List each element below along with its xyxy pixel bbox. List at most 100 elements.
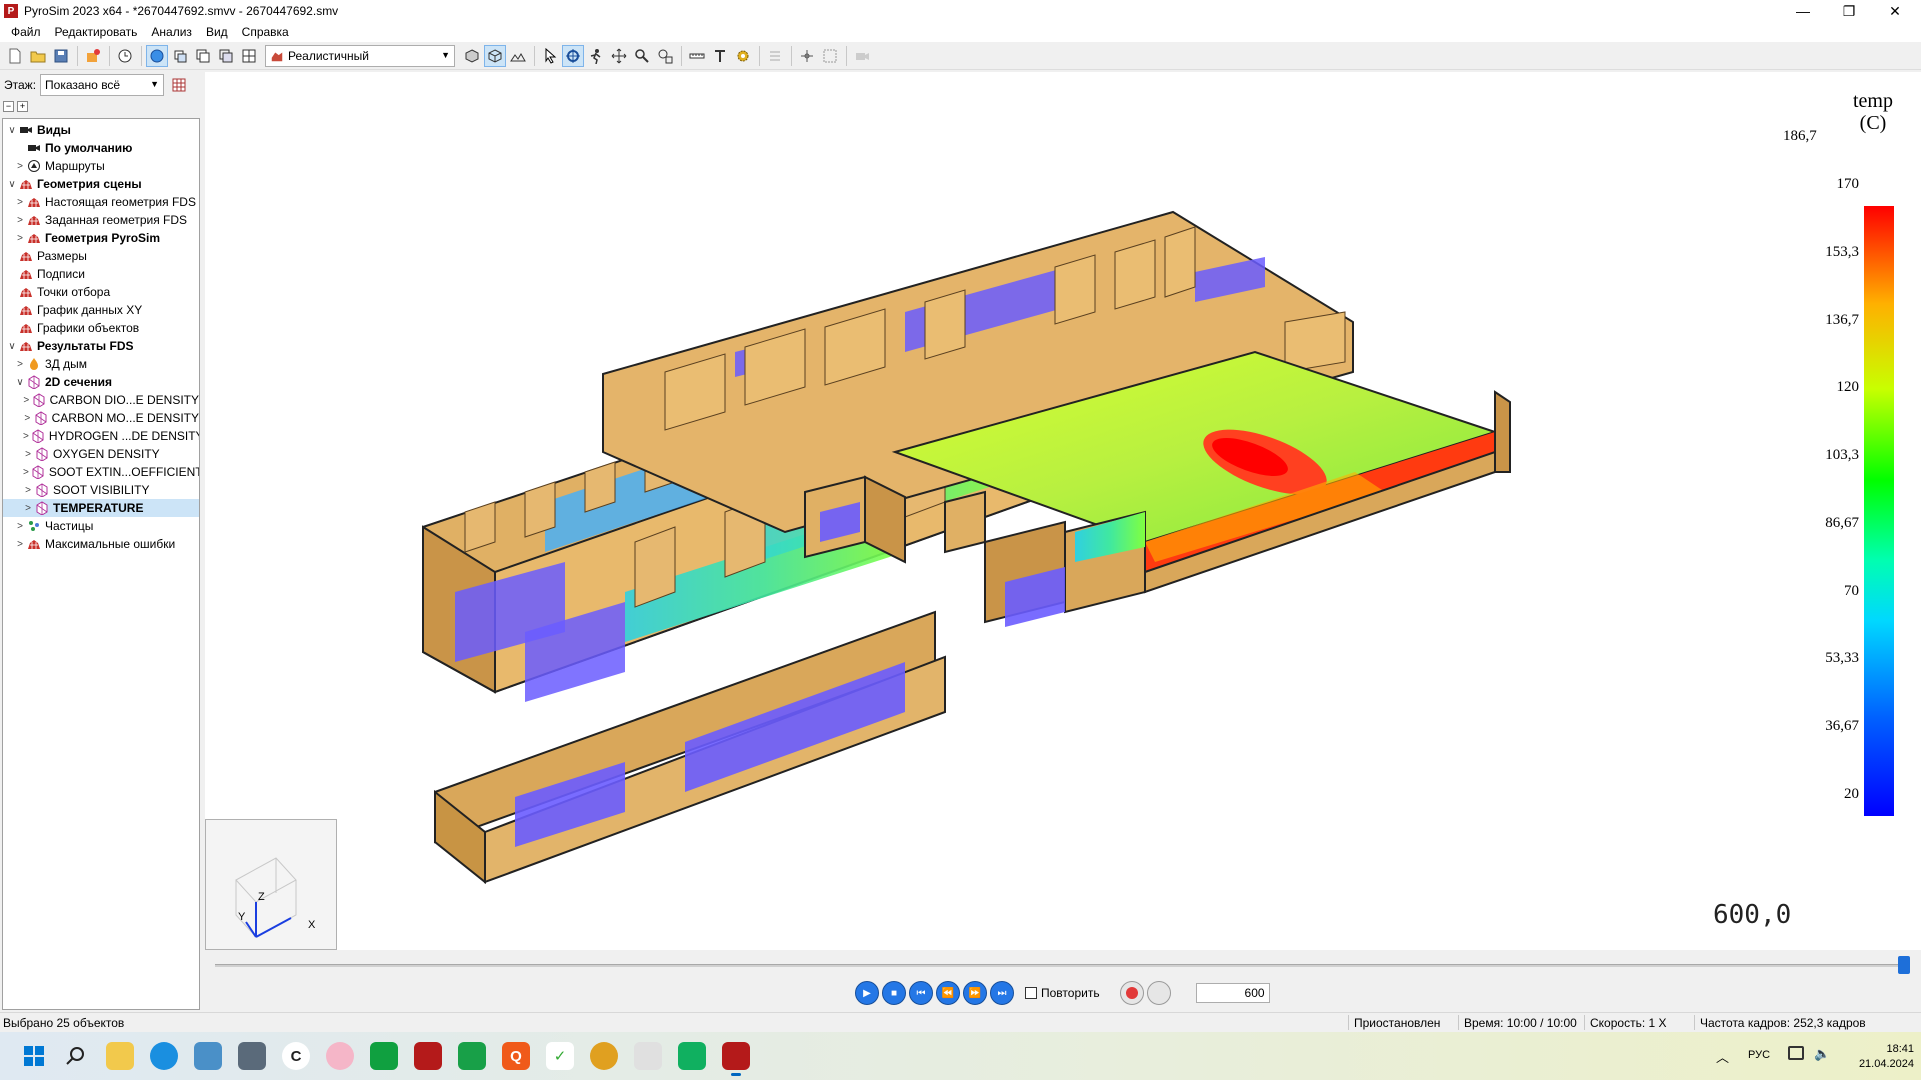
building-3d-scene[interactable] <box>205 72 1921 950</box>
tree-node[interactable]: > SOOT EXTIN...OEFFICIENT <box>3 463 199 481</box>
repeat-checkbox[interactable]: Повторить <box>1025 986 1100 1000</box>
view-mode-button-3[interactable] <box>192 45 214 67</box>
taskbar-pyrosim-active[interactable] <box>722 1042 750 1076</box>
start-button[interactable] <box>20 1042 48 1070</box>
expand-all-button[interactable]: + <box>17 100 28 112</box>
floor-settings-button[interactable] <box>168 74 190 96</box>
open-file-button[interactable] <box>27 45 49 67</box>
chevron-right-icon[interactable]: > <box>15 215 25 226</box>
tree-node[interactable]: > Заданная геометрия FDS <box>3 211 199 229</box>
tree-node[interactable]: Точки отбора <box>3 283 199 301</box>
tree-node[interactable]: > Геометрия PyroSim <box>3 229 199 247</box>
fds-export-button[interactable] <box>82 45 104 67</box>
view-mode-button-4[interactable] <box>215 45 237 67</box>
tray-clock[interactable]: 18:41 21.04.2024 <box>1858 1042 1914 1072</box>
pan-tool-button[interactable] <box>608 45 630 67</box>
chevron-right-icon[interactable]: > <box>23 449 33 460</box>
taskbar-pathfinder[interactable] <box>458 1042 486 1070</box>
zoom-tool-button[interactable] <box>631 45 653 67</box>
tree-node[interactable]: > HYDROGEN ...DE DENSITY <box>3 427 199 445</box>
solid-view-button[interactable] <box>461 45 483 67</box>
tree-node[interactable]: ∨ Результаты FDS <box>3 337 199 355</box>
orbit-tool-button[interactable] <box>562 44 584 67</box>
tree-node[interactable]: Подписи <box>3 265 199 283</box>
render-mode-select[interactable]: Реалистичный ▼ <box>265 44 455 67</box>
menu-analysis[interactable]: Анализ <box>144 25 199 39</box>
tree-node[interactable]: > SOOT VISIBILITY <box>3 481 199 499</box>
tree-node[interactable]: График данных XY <box>3 301 199 319</box>
walk-tool-button[interactable] <box>585 45 607 67</box>
maximize-button[interactable]: ❐ <box>1826 0 1872 22</box>
chevron-right-icon[interactable]: > <box>15 539 25 550</box>
chevron-down-icon[interactable]: ∨ <box>15 377 25 388</box>
3d-viewport[interactable]: Z Y X temp (C) 186,7 170 153,3 136,7 120 103… <box>205 72 1921 950</box>
clock-button[interactable] <box>114 45 136 67</box>
measure-tool-button[interactable] <box>686 45 708 67</box>
tray-expand-icon[interactable]: ︿ <box>1716 1047 1729 1066</box>
tree-node[interactable]: ∨ Виды <box>3 121 199 139</box>
chevron-down-icon[interactable]: ∨ <box>7 341 17 352</box>
tree-node[interactable]: По умолчанию <box>3 139 199 157</box>
network-icon[interactable] <box>1788 1046 1804 1060</box>
step-back-button[interactable]: ⏪ <box>936 981 960 1005</box>
tree-node[interactable]: ∨ 2D сечения <box>3 373 199 391</box>
volume-icon[interactable]: 🔈 <box>1814 1046 1830 1062</box>
chevron-right-icon[interactable]: > <box>15 521 25 532</box>
tray-language[interactable]: РУС <box>1748 1049 1770 1061</box>
record-button[interactable] <box>1119 981 1144 1005</box>
axes-orientation-widget[interactable]: Z Y X <box>205 819 337 950</box>
time-slider-thumb[interactable] <box>1898 956 1910 974</box>
settings-tool-button[interactable] <box>732 45 754 67</box>
disabled-tool-button-2[interactable] <box>851 45 873 67</box>
taskbar-app-green[interactable] <box>370 1042 398 1070</box>
taskbar-app-pink[interactable] <box>326 1042 354 1070</box>
play-button[interactable]: ▶ <box>855 981 879 1005</box>
chevron-right-icon[interactable]: > <box>23 413 32 424</box>
taskbar-chrome[interactable] <box>590 1042 618 1070</box>
taskbar-app-square[interactable] <box>678 1042 706 1070</box>
tree-node[interactable]: > TEMPERATURE <box>3 499 199 517</box>
chevron-down-icon[interactable]: ∨ <box>7 125 17 136</box>
taskbar-explorer[interactable] <box>106 1042 134 1070</box>
taskbar-edge[interactable] <box>150 1042 178 1070</box>
step-forward-button[interactable]: ⏩ <box>963 981 987 1005</box>
chevron-right-icon[interactable]: > <box>15 233 25 244</box>
crosshair-button[interactable] <box>796 45 818 67</box>
chevron-right-icon[interactable]: > <box>23 485 33 496</box>
taskbar-app-q[interactable]: Q <box>502 1042 530 1070</box>
view-mode-button-2[interactable] <box>169 45 191 67</box>
chevron-right-icon[interactable]: > <box>15 359 25 370</box>
tree-node[interactable]: >3Д дым <box>3 355 199 373</box>
tree-node[interactable]: > CARBON DIO...E DENSITY <box>3 391 199 409</box>
taskbar-calculator[interactable] <box>238 1042 266 1070</box>
taskbar-pyrosim-2[interactable] <box>414 1042 442 1070</box>
new-file-button[interactable] <box>4 45 26 67</box>
taskbar-app-book[interactable] <box>634 1042 662 1070</box>
menu-edit[interactable]: Редактировать <box>48 25 145 39</box>
wire-view-button[interactable] <box>484 44 506 67</box>
close-button[interactable]: ✕ <box>1872 0 1918 22</box>
view-mode-button-5[interactable] <box>238 45 260 67</box>
collapse-all-button[interactable]: − <box>3 100 14 112</box>
tree-node[interactable]: > OXYGEN DENSITY <box>3 445 199 463</box>
chevron-right-icon[interactable]: > <box>15 197 25 208</box>
tree-node[interactable]: Графики объектов <box>3 319 199 337</box>
save-button[interactable] <box>50 45 72 67</box>
go-start-button[interactable]: ⏮ <box>909 981 933 1005</box>
menu-help[interactable]: Справка <box>235 25 296 39</box>
taskbar-app-1[interactable] <box>194 1042 222 1070</box>
frame-input[interactable] <box>1195 983 1270 1003</box>
go-end-button[interactable]: ⏭ <box>990 981 1014 1005</box>
chevron-right-icon[interactable]: > <box>23 467 29 478</box>
chevron-down-icon[interactable]: ∨ <box>7 179 17 190</box>
chevron-right-icon[interactable]: > <box>23 431 29 442</box>
taskbar-app-c[interactable]: C <box>282 1042 310 1070</box>
zoom-box-button[interactable] <box>654 45 676 67</box>
repeat-checkbox-box[interactable] <box>1025 987 1037 999</box>
tree-node[interactable]: > Настоящая геометрия FDS <box>3 193 199 211</box>
menu-file[interactable]: Файл <box>4 25 48 39</box>
record-stop-button[interactable] <box>1146 981 1171 1005</box>
disabled-tool-button-1[interactable] <box>764 45 786 67</box>
tree-node[interactable]: > CARBON MO...E DENSITY <box>3 409 199 427</box>
tree-node[interactable]: > Максимальные ошибки <box>3 535 199 553</box>
